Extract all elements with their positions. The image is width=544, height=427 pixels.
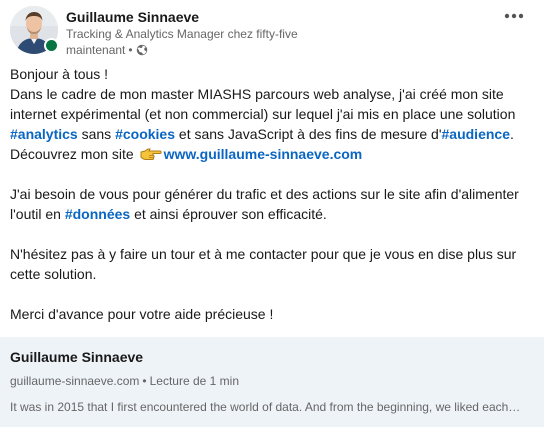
hashtag-donnees[interactable]: #données [65, 206, 130, 222]
globe-icon [136, 44, 147, 56]
post-header: Guillaume Sinnaeve Tracking & Analytics … [10, 6, 536, 58]
post-time: maintenant [66, 43, 126, 57]
meta-separator: • [128, 43, 133, 57]
paragraph-thanks: Merci d'avance pour votre aide précieuse… [10, 306, 274, 322]
greeting-line: Bonjour à tous ! [10, 66, 109, 82]
intro-text-4: . [509, 126, 514, 142]
online-status-indicator [44, 38, 59, 53]
post-card: Guillaume Sinnaeve Tracking & Analytics … [0, 0, 544, 427]
paragraph-discover: Découvrez mon site www.guillaume-sinnaev… [10, 144, 535, 164]
paragraph-traffic: J'ai besoin de vous pour générer du traf… [10, 184, 535, 224]
paragraph-contact: N'hésitez pas à y faire un tour et à me … [10, 246, 517, 282]
intro-text-2: sans [77, 126, 116, 142]
intro-text-1: Dans le cadre de mon master MIASHS parco… [10, 86, 516, 122]
preview-title[interactable]: Guillaume Sinnaeve [10, 349, 143, 365]
backhand-index-pointing-right-icon [140, 148, 162, 160]
post-meta: maintenant • [66, 43, 148, 57]
post-text: Bonjour à tous ! Dans le cadre de mon ma… [10, 64, 535, 324]
author-name[interactable]: Guillaume Sinnaeve [66, 9, 199, 25]
discover-text: Découvrez mon site [10, 146, 138, 162]
hashtag-cookies[interactable]: #cookies [115, 126, 175, 142]
more-options-button[interactable] [500, 6, 528, 26]
preview-read-time: Lecture de 1 min [149, 374, 239, 388]
preview-separator: • [142, 374, 147, 388]
traffic-text-2: et ainsi éprouver son efficacité. [130, 206, 327, 222]
author-avatar-wrapper[interactable] [10, 6, 59, 54]
author-headline: Tracking & Analytics Manager chez fifty-… [66, 27, 298, 41]
preview-excerpt: It was in 2015 that I first encountered … [10, 400, 521, 414]
site-link[interactable]: www.guillaume-sinnaeve.com [164, 146, 363, 162]
preview-subtitle: guillaume-sinnaeve.com • Lecture de 1 min [10, 374, 239, 388]
paragraph-intro: Dans le cadre de mon master MIASHS parco… [10, 84, 535, 144]
more-horizontal-icon [504, 13, 524, 19]
link-preview-card[interactable]: Guillaume Sinnaeve guillaume-sinnaeve.co… [0, 337, 544, 427]
hashtag-analytics[interactable]: #analytics [10, 126, 78, 142]
intro-text-3: et sans JavaScript à des fins de mesure … [175, 126, 442, 142]
hashtag-audience[interactable]: #audience [442, 126, 510, 142]
preview-domain: guillaume-sinnaeve.com [10, 374, 140, 388]
